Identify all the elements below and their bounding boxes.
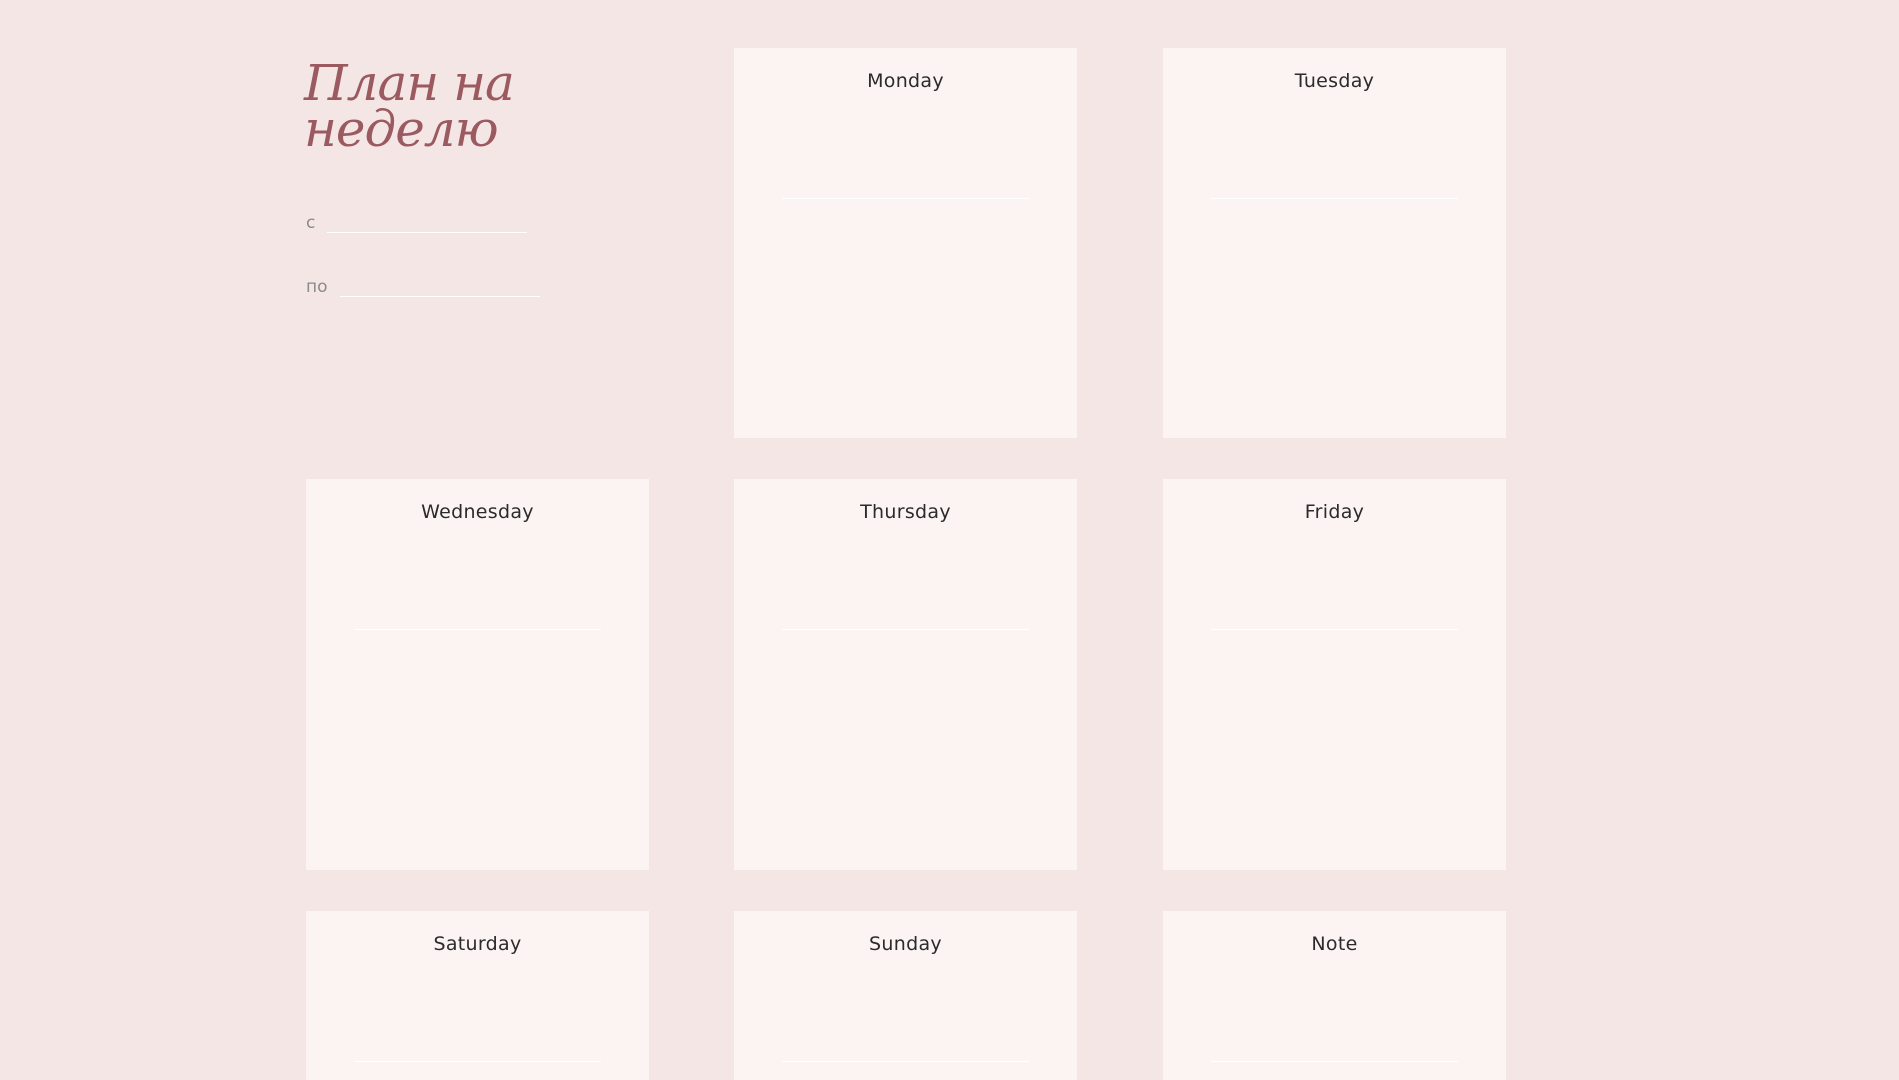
day-card-notes-area[interactable]	[754, 218, 1057, 418]
day-card-thursday: Thursday	[734, 479, 1077, 870]
day-card-title-field[interactable]	[1211, 176, 1458, 199]
day-card-saturday: Saturday	[306, 911, 649, 1080]
planner-title: План на неделю	[304, 54, 515, 158]
day-card-sunday: Sunday	[734, 911, 1077, 1080]
day-card-title-field[interactable]	[782, 176, 1029, 199]
note-card-title: Note	[1311, 933, 1358, 955]
day-card-notes-area[interactable]	[1183, 218, 1486, 418]
day-card-title-field[interactable]	[354, 1039, 601, 1062]
day-card-title: Monday	[867, 70, 944, 92]
day-card-title: Friday	[1304, 501, 1365, 523]
day-card-wednesday: Wednesday	[306, 479, 649, 870]
day-card-monday: Monday	[734, 48, 1077, 438]
date-to-label: по	[306, 277, 328, 297]
day-card-title: Sunday	[869, 933, 942, 955]
day-card-notes-area[interactable]	[1183, 649, 1486, 850]
note-card-title-field[interactable]	[1211, 1039, 1458, 1062]
day-card-title-field[interactable]	[782, 1039, 1029, 1062]
day-card-title: Thursday	[860, 501, 951, 523]
day-card-title-field[interactable]	[782, 607, 1029, 630]
date-from-row: с	[306, 210, 528, 233]
day-card-title-field[interactable]	[1211, 607, 1458, 630]
date-from-field[interactable]	[327, 210, 528, 233]
date-to-field[interactable]	[339, 274, 540, 297]
date-to-row: по	[306, 274, 540, 297]
day-card-title: Wednesday	[421, 501, 534, 523]
day-card-title: Saturday	[433, 933, 522, 955]
note-card: Note	[1163, 911, 1506, 1080]
day-card-tuesday: Tuesday	[1163, 48, 1506, 438]
day-card-notes-area[interactable]	[754, 649, 1057, 850]
day-card-title: Tuesday	[1294, 70, 1375, 92]
date-from-label: с	[306, 213, 316, 233]
day-card-friday: Friday	[1163, 479, 1506, 870]
day-card-notes-area[interactable]	[326, 649, 629, 850]
day-card-title-field[interactable]	[354, 607, 601, 630]
